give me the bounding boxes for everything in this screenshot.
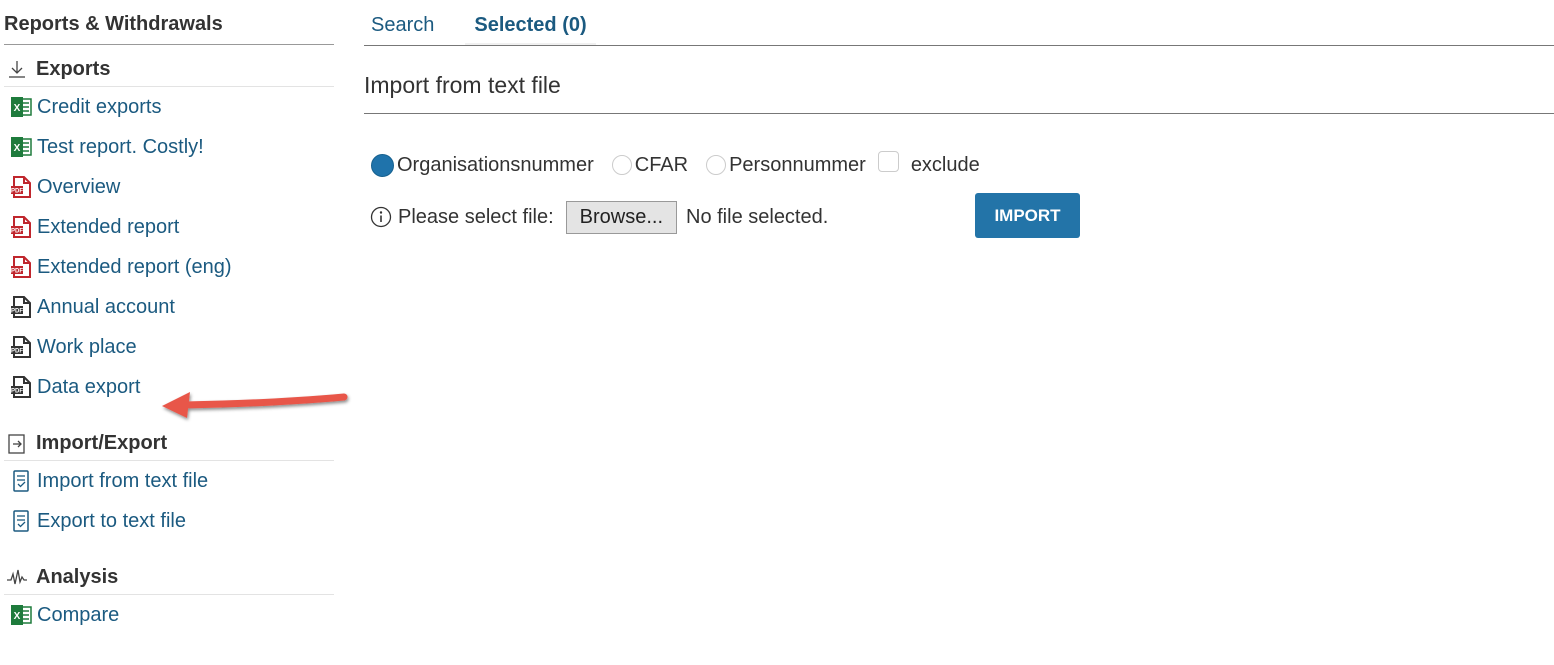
browse-button[interactable]: Browse... bbox=[565, 200, 677, 234]
sidebar-item-annual-account[interactable]: Annual account bbox=[4, 287, 334, 327]
text-file-icon bbox=[10, 510, 32, 532]
pdf-dark-icon bbox=[10, 376, 32, 398]
sidebar: Reports & Withdrawals Exports Credit exp… bbox=[4, 0, 334, 635]
excel-icon bbox=[10, 604, 32, 626]
radio-label-organisationsnummer: Organisationsnummer bbox=[397, 153, 594, 176]
sidebar-item-label: Overview bbox=[37, 175, 121, 198]
sidebar-item-export-to-text-file[interactable]: Export to text file bbox=[4, 501, 334, 541]
section-heading-exports: Exports bbox=[4, 45, 334, 87]
import-button[interactable]: IMPORT bbox=[975, 193, 1080, 238]
tab-search[interactable]: Search bbox=[364, 0, 441, 45]
section-heading-label: Import/Export bbox=[36, 432, 168, 454]
pdf-icon bbox=[10, 176, 32, 198]
annotation-arrow-icon bbox=[162, 392, 348, 418]
sidebar-item-import-from-text-file[interactable]: Import from text file bbox=[4, 461, 334, 501]
main-content: Search Selected (0) Import from text fil… bbox=[364, 0, 1554, 240]
sidebar-item-compare[interactable]: Compare bbox=[4, 595, 334, 635]
checkbox-label-exclude: exclude bbox=[910, 153, 980, 176]
sidebar-item-label: Extended report bbox=[37, 215, 180, 238]
pdf-dark-icon bbox=[10, 336, 32, 358]
sidebar-item-label: Extended report (eng) bbox=[37, 255, 232, 278]
pdf-icon bbox=[10, 256, 32, 278]
exclude-checkbox[interactable] bbox=[877, 150, 899, 172]
import-export-icon bbox=[6, 433, 28, 455]
info-icon bbox=[370, 206, 392, 228]
radio-label-cfar: CFAR bbox=[634, 153, 689, 176]
sidebar-item-label: Test report. Costly! bbox=[37, 135, 204, 158]
sidebar-item-label: Export to text file bbox=[37, 509, 186, 532]
tab-selected[interactable]: Selected (0) bbox=[465, 0, 596, 45]
sidebar-item-label: Import from text file bbox=[37, 469, 209, 492]
radio-organisationsnummer[interactable] bbox=[371, 153, 394, 177]
sidebar-item-overview[interactable]: Overview bbox=[4, 167, 334, 207]
section-heading-label: Exports bbox=[36, 58, 111, 80]
text-file-icon bbox=[10, 470, 32, 492]
radio-personnummer[interactable] bbox=[706, 155, 727, 175]
sidebar-item-label: Annual account bbox=[37, 295, 175, 318]
file-status: No file selected. bbox=[686, 205, 829, 228]
pulse-icon bbox=[6, 567, 28, 589]
pdf-icon bbox=[10, 216, 32, 238]
excel-icon bbox=[10, 96, 32, 118]
sidebar-item-extended-report-eng[interactable]: Extended report (eng) bbox=[4, 247, 334, 287]
download-icon bbox=[6, 59, 28, 81]
sidebar-item-extended-report[interactable]: Extended report bbox=[4, 207, 334, 247]
page-title: Import from text file bbox=[364, 46, 1554, 114]
section-heading-analysis: Analysis bbox=[4, 553, 334, 595]
radio-cfar[interactable] bbox=[611, 155, 632, 175]
excel-icon bbox=[10, 136, 32, 158]
sidebar-title: Reports & Withdrawals bbox=[4, 0, 334, 45]
pdf-dark-icon bbox=[10, 296, 32, 318]
sidebar-item-label: Credit exports bbox=[37, 95, 162, 118]
radio-label-personnummer: Personnummer bbox=[729, 153, 866, 176]
section-heading-label: Analysis bbox=[36, 566, 119, 588]
id-type-options: Organisationsnummer CFAR Personnummer ex… bbox=[364, 150, 1554, 180]
sidebar-item-credit-exports[interactable]: Credit exports bbox=[4, 87, 334, 127]
sidebar-item-label: Data export bbox=[37, 375, 141, 398]
sidebar-item-label: Work place bbox=[37, 335, 137, 358]
sidebar-item-work-place[interactable]: Work place bbox=[4, 327, 334, 367]
file-select-row: Please select file: Browse... No file se… bbox=[364, 194, 1554, 240]
sidebar-item-label: Compare bbox=[37, 603, 120, 626]
sidebar-item-test-report[interactable]: Test report. Costly! bbox=[4, 127, 334, 167]
tab-bar: Search Selected (0) bbox=[364, 0, 1554, 46]
file-label: Please select file: bbox=[398, 205, 554, 228]
